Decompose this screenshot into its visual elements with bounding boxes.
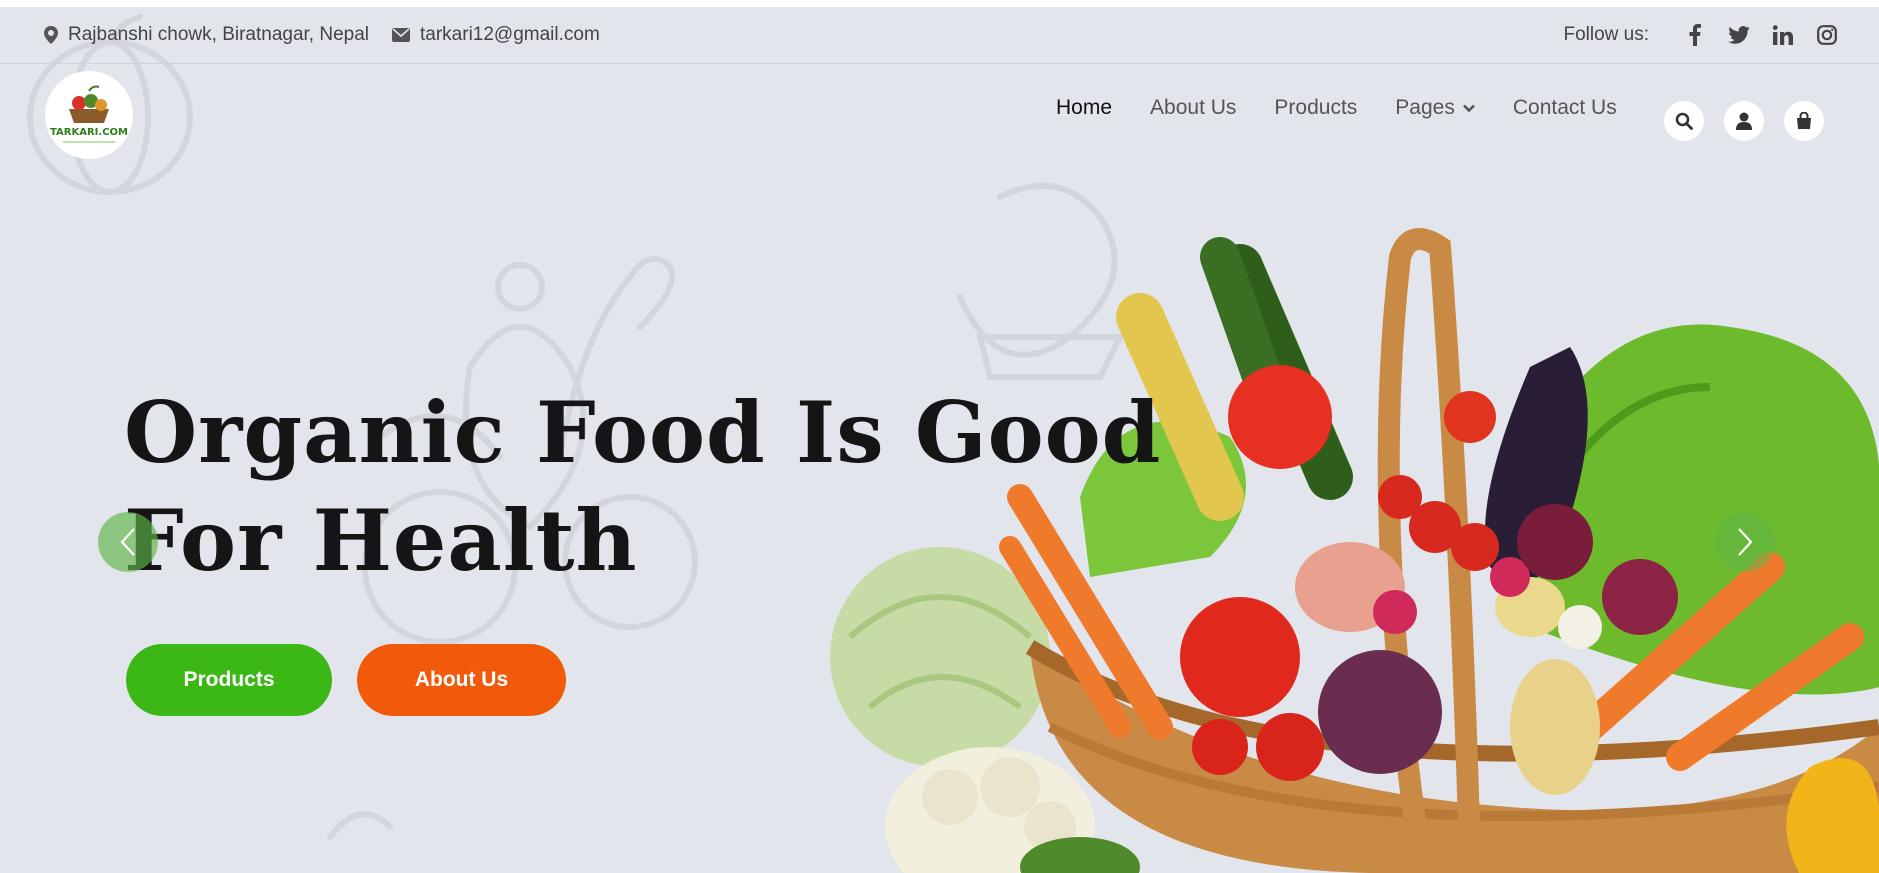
nav-home[interactable]: Home <box>1056 96 1112 120</box>
nav-pages-label[interactable]: Pages <box>1395 96 1455 120</box>
map-pin-icon <box>44 26 58 44</box>
nav-contact-us-label[interactable]: Contact Us <box>1513 96 1617 120</box>
chevron-down-icon <box>1462 104 1475 112</box>
linkedin-icon[interactable] <box>1769 21 1797 49</box>
main-nav: Home About Us Products Pages Contact Us <box>1056 83 1655 133</box>
hero-title: Organic Food Is Good For Health <box>124 379 1162 595</box>
user-icon <box>1736 112 1752 130</box>
facebook-icon[interactable] <box>1681 21 1709 49</box>
slider-prev-button[interactable] <box>98 512 158 572</box>
nav-products[interactable]: Products <box>1274 96 1357 120</box>
nav-home-label[interactable]: Home <box>1056 96 1112 120</box>
hero-about-us-button-label[interactable]: About Us <box>415 668 508 692</box>
top-bar: Rajbanshi chowk, Biratnagar, Nepal tarka… <box>0 7 1879 64</box>
user-button[interactable] <box>1724 101 1764 141</box>
instagram-icon[interactable] <box>1813 21 1841 49</box>
cart-button[interactable] <box>1784 101 1824 141</box>
hero-about-us-button[interactable]: About Us <box>357 644 566 716</box>
logo-mark: TARKARI.COM <box>50 85 128 143</box>
address-info: Rajbanshi chowk, Biratnagar, Nepal <box>44 7 369 63</box>
page: Rajbanshi chowk, Biratnagar, Nepal tarka… <box>0 7 1879 873</box>
mail-icon <box>392 28 410 42</box>
nav-products-label[interactable]: Products <box>1274 96 1357 120</box>
address-text: Rajbanshi chowk, Biratnagar, Nepal <box>68 24 370 45</box>
slider-next-button[interactable] <box>1715 512 1775 572</box>
email-info[interactable]: tarkari12@gmail.com <box>392 7 600 63</box>
nav-about-us-label[interactable]: About Us <box>1150 96 1236 120</box>
cart-icon <box>1797 112 1811 129</box>
hero-products-button[interactable]: Products <box>126 644 332 716</box>
nav-about-us[interactable]: About Us <box>1150 96 1236 120</box>
nav-pages[interactable]: Pages <box>1395 96 1475 120</box>
hero-title-line-2: For Health <box>124 491 638 590</box>
site-logo[interactable]: TARKARI.COM <box>45 71 133 159</box>
search-icon <box>1675 112 1693 130</box>
hero-title-line-1: Organic Food Is Good <box>124 383 1162 482</box>
chevron-left-icon <box>120 528 135 556</box>
follow-label: Follow us: <box>1563 24 1649 45</box>
social-links: Follow us: <box>1563 7 1841 63</box>
email-text[interactable]: tarkari12@gmail.com <box>420 24 600 46</box>
chevron-right-icon <box>1738 528 1753 556</box>
logo-text: TARKARI.COM <box>50 127 128 138</box>
hero-products-button-label[interactable]: Products <box>183 668 274 692</box>
search-button[interactable] <box>1664 101 1704 141</box>
nav-contact-us[interactable]: Contact Us <box>1513 96 1617 120</box>
twitter-icon[interactable] <box>1725 21 1753 49</box>
